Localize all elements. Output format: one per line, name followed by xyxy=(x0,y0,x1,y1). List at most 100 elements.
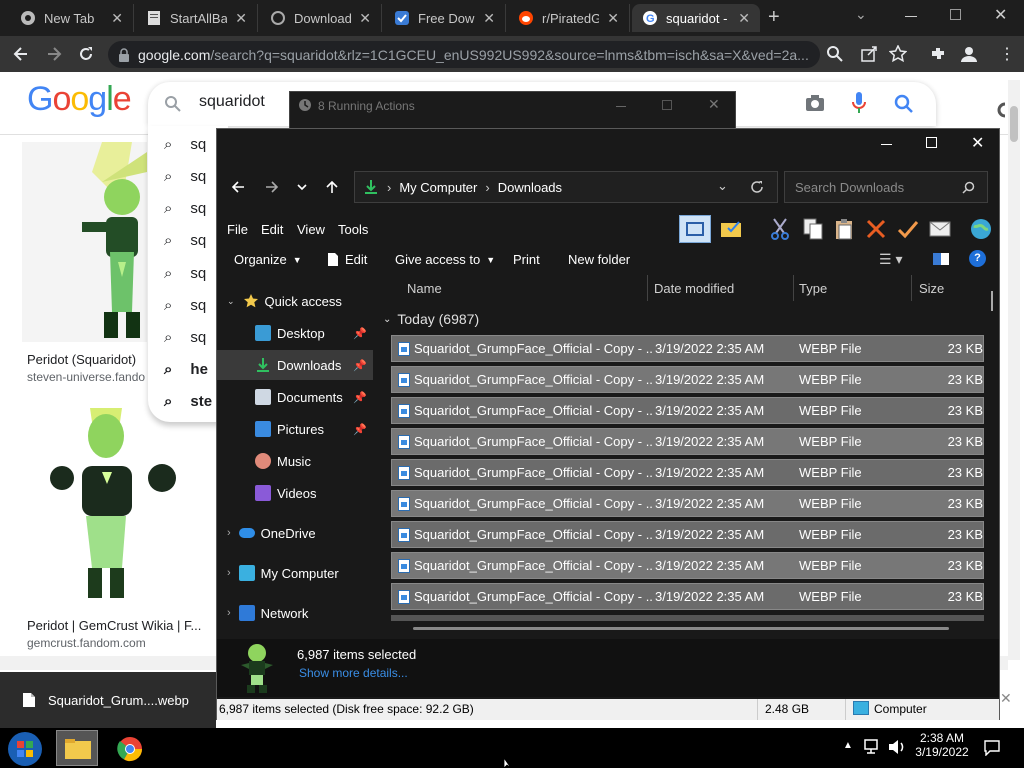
taskbar-explorer-button[interactable] xyxy=(56,730,98,766)
pin-icon[interactable]: 📌 xyxy=(353,423,367,436)
lock-icon[interactable] xyxy=(118,47,130,62)
column-type[interactable]: Type xyxy=(799,281,827,296)
image-result-thumbnail[interactable] xyxy=(22,408,198,604)
settings-gear-icon[interactable] xyxy=(995,102,1005,118)
taskbar-chrome-icon[interactable] xyxy=(117,736,143,762)
nav-my-computer[interactable]: › My Computer xyxy=(217,558,373,588)
edit-button[interactable]: Edit xyxy=(327,252,367,267)
suggestion-item[interactable]: ⌕ sq xyxy=(164,297,206,314)
menu-tools[interactable]: Tools xyxy=(338,222,368,237)
column-divider[interactable] xyxy=(911,275,912,301)
close-icon[interactable]: ✕ xyxy=(359,10,371,27)
file-row[interactable]: Squaridot_GrumpFace_Official - Copy - ..… xyxy=(391,366,984,393)
notification-icon[interactable] xyxy=(984,740,1000,756)
breadcrumb-downloads[interactable]: Downloads xyxy=(498,180,562,195)
camera-icon[interactable] xyxy=(805,94,825,112)
globe-icon[interactable] xyxy=(969,217,993,241)
file-row[interactable]: Squaridot_GrumpFace_Official - Copy - ..… xyxy=(391,335,984,362)
suggestion-item[interactable]: ⌕ sq xyxy=(164,200,206,217)
close-button[interactable]: ✕ xyxy=(971,133,984,153)
close-icon[interactable]: ✕ xyxy=(738,10,750,27)
refresh-icon[interactable] xyxy=(750,180,764,194)
image-result-source[interactable]: gemcrust.fandom.com xyxy=(27,636,146,650)
column-date-modified[interactable]: Date modified xyxy=(654,281,734,296)
suggestion-item[interactable]: ⌕ ste xyxy=(164,393,212,410)
pin-icon[interactable]: 📌 xyxy=(353,391,367,404)
close-icon[interactable]: ✕ xyxy=(607,10,619,27)
file-row[interactable]: Squaridot_GrumpFace_Official - Copy - ..… xyxy=(391,583,984,610)
view-options-icon[interactable]: ☰ ▾ xyxy=(879,251,902,268)
tab-startallback[interactable]: StartAllBac ✕ xyxy=(136,4,258,32)
microphone-icon[interactable] xyxy=(852,92,866,114)
search-submit-icon[interactable] xyxy=(894,94,914,114)
column-size[interactable]: Size xyxy=(919,281,944,296)
vertical-scrollbar-thumb[interactable] xyxy=(991,291,993,311)
recent-chevron-down-icon[interactable] xyxy=(296,181,308,193)
suggestion-item[interactable]: ⌕ sq xyxy=(164,232,206,249)
paste-icon[interactable] xyxy=(834,217,856,241)
up-arrow-icon[interactable] xyxy=(324,179,340,195)
share-icon[interactable] xyxy=(860,45,878,63)
address-bar[interactable]: google.com/search?q=squaridot&rlz=1C1GCE… xyxy=(108,41,820,68)
pin-icon[interactable]: 📌 xyxy=(353,327,367,340)
file-row[interactable]: Squaridot_GrumpFace_Official - Copy - ..… xyxy=(391,521,984,548)
minimize-button[interactable] xyxy=(881,144,892,145)
pin-icon[interactable]: 📌 xyxy=(353,359,367,372)
preview-pane-icon[interactable] xyxy=(933,253,949,265)
close-button[interactable]: ✕ xyxy=(708,96,720,113)
help-icon[interactable]: ? xyxy=(969,250,986,267)
image-result-title[interactable]: Peridot | GemCrust Wikia | F... xyxy=(27,618,201,633)
address-chevron-down-icon[interactable]: ⌄ xyxy=(717,178,728,194)
nav-onedrive[interactable]: › OneDrive xyxy=(217,518,373,548)
cut-icon[interactable] xyxy=(769,217,791,241)
layout-pane-button[interactable] xyxy=(679,215,711,243)
nav-videos[interactable]: Videos xyxy=(217,478,373,508)
breadcrumb-my-computer[interactable]: My Computer xyxy=(399,180,477,195)
clock[interactable]: 2:38 AM 3/19/2022 xyxy=(910,731,974,759)
volume-icon[interactable] xyxy=(888,739,906,755)
copy-icon[interactable] xyxy=(802,217,824,241)
show-more-details-link[interactable]: Show more details... xyxy=(299,666,408,680)
page-scrollbar[interactable] xyxy=(1008,80,1020,660)
menu-view[interactable]: View xyxy=(297,222,325,237)
nav-desktop[interactable]: Desktop 📌 xyxy=(217,318,373,348)
tab-reddit[interactable]: r/PiratedGa ✕ xyxy=(508,4,630,32)
minimize-button[interactable] xyxy=(905,16,917,17)
group-header-today[interactable]: ⌄ Today (6987) xyxy=(383,311,479,327)
new-tab-button[interactable]: + xyxy=(768,6,780,29)
image-result-source[interactable]: steven-universe.fando xyxy=(27,370,145,384)
suggestion-item[interactable]: ⌕ he xyxy=(164,361,208,378)
search-query[interactable]: squaridot xyxy=(199,93,265,111)
back-arrow-icon[interactable] xyxy=(12,45,30,63)
download-filename[interactable]: Squaridot_Grum....webp xyxy=(48,693,189,708)
show-hidden-icons-chevron-up-icon[interactable]: ▲ xyxy=(843,740,853,751)
google-logo[interactable]: Google xyxy=(27,80,132,119)
tab-download[interactable]: Download ✕ xyxy=(260,4,382,32)
search-downloads-input[interactable]: Search Downloads xyxy=(784,171,988,203)
nav-quick-access[interactable]: ⌄ Quick access xyxy=(217,286,373,316)
menu-kebab-icon[interactable]: ⋮ xyxy=(999,44,1015,64)
bookmark-star-icon[interactable] xyxy=(889,45,907,63)
forward-arrow-icon[interactable] xyxy=(264,179,280,195)
email-icon[interactable] xyxy=(929,219,951,239)
file-row[interactable]: Squaridot_GrumpFace_Official - Copy - ..… xyxy=(391,490,984,517)
zoom-icon[interactable] xyxy=(826,45,844,63)
tab-new-tab[interactable]: New Tab ✕ xyxy=(10,4,134,32)
nav-network[interactable]: › Network xyxy=(217,598,373,628)
horizontal-scrollbar-thumb[interactable] xyxy=(413,627,949,630)
tab-squaridot[interactable]: G squaridot - ✕ xyxy=(632,4,760,32)
nav-downloads[interactable]: Downloads 📌 xyxy=(217,350,373,380)
scrollbar-thumb[interactable] xyxy=(1010,106,1018,142)
chevron-right-icon[interactable]: › xyxy=(227,527,231,539)
close-icon[interactable]: ✕ xyxy=(235,10,247,27)
chevron-right-icon[interactable]: › xyxy=(227,607,231,619)
suggestion-item[interactable]: ⌕ sq xyxy=(164,265,206,282)
file-row[interactable]: Squaridot_GrumpFace_Official - Copy - ..… xyxy=(391,397,984,424)
file-row[interactable]: Squaridot_GrumpFace_Official - Copy - ..… xyxy=(391,428,984,455)
maximize-button[interactable] xyxy=(662,100,672,110)
print-button[interactable]: Print xyxy=(513,252,540,267)
column-divider[interactable] xyxy=(793,275,794,301)
column-name[interactable]: Name xyxy=(407,281,442,296)
file-row[interactable]: Squaridot_GrumpFace_Official - Copy - ..… xyxy=(391,552,984,579)
delete-x-icon[interactable] xyxy=(866,219,886,239)
